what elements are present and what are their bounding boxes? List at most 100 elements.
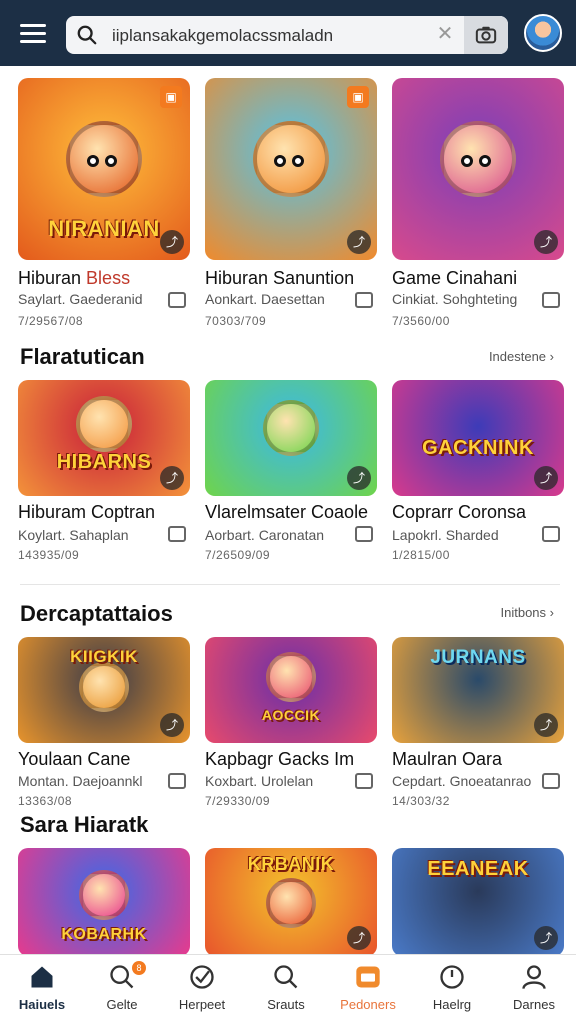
character-art <box>79 869 129 920</box>
game-thumbnail[interactable]: JURNANS ⤴ <box>392 637 564 743</box>
share-icon[interactable]: ⤴ <box>534 713 558 737</box>
camera-icon <box>475 26 497 44</box>
notification-badge: 8 <box>132 961 146 975</box>
share-icon[interactable]: ⤴ <box>160 466 184 490</box>
card-meta: 7/3560/00 <box>392 314 450 328</box>
card-subtitle: Cepdart. Gnoeatanrao <box>392 773 532 789</box>
nav-item-pedoners[interactable]: Pedoners <box>328 955 408 1024</box>
card-meta: 143935/09 <box>18 548 80 562</box>
comment-icon[interactable] <box>355 292 373 308</box>
nav-item-haelrg[interactable]: Haelrg <box>412 955 492 1024</box>
card-subtitle: Aonkart. Daesettan <box>205 291 325 307</box>
section-more-link[interactable]: Indestene › <box>489 349 554 364</box>
corner-badge-icon: ▣ <box>160 86 182 108</box>
game-thumbnail[interactable]: AOCCIK <box>205 637 377 743</box>
card-subtitle: Montan. Daejoannkl <box>18 773 143 789</box>
card-meta: 7/26509/09 <box>205 548 271 562</box>
share-icon[interactable]: ⤴ <box>534 466 558 490</box>
character-art <box>79 661 129 712</box>
nav-label: Pedoners <box>340 997 396 1012</box>
card-meta: 14/303/32 <box>392 794 450 808</box>
character-art <box>266 651 316 702</box>
search-icon <box>274 965 298 989</box>
thumbnail-title: GACKNINK <box>422 437 534 459</box>
nav-item-darnes[interactable]: Darnes <box>494 955 574 1024</box>
character-art <box>263 399 319 456</box>
share-icon[interactable]: ⤴ <box>534 230 558 254</box>
comment-icon[interactable] <box>542 773 560 789</box>
clock-icon <box>440 965 464 989</box>
search-input[interactable]: iiplansakakgemolacssmaladn <box>112 26 422 46</box>
home-icon <box>31 966 53 988</box>
thumbnail-title: KIIGKIK <box>70 647 138 666</box>
nav-label: Haiuels <box>18 997 66 1012</box>
comment-icon[interactable] <box>542 292 560 308</box>
card-title: Vlarelmsater Coaole <box>205 502 369 522</box>
character-eyes <box>84 154 124 168</box>
card-title: Coprarr Coronsa <box>392 502 527 522</box>
clear-icon[interactable]: ✕ <box>434 23 456 45</box>
thumbnail-title: JURNANS <box>430 647 526 668</box>
nav-label: Srauts <box>267 997 305 1012</box>
share-icon[interactable]: ⤴ <box>347 926 371 950</box>
nav-label: Gelte <box>106 997 138 1012</box>
game-thumbnail[interactable]: HIBARNS ⤴ <box>18 380 190 496</box>
game-thumbnail[interactable]: ⤴ <box>205 380 377 496</box>
game-thumbnail[interactable]: KRBANIK ⤴ <box>205 848 377 956</box>
card-subtitle: Koylart. Sahaplan <box>18 527 129 543</box>
card-meta: 1/2815/00 <box>392 548 450 562</box>
section-title: Dercaptattaios <box>20 601 173 626</box>
section-title: Flaratutican <box>20 344 145 369</box>
section-title: Sara Hiaratk <box>20 812 149 837</box>
card-title: Maulran Oara <box>392 749 503 769</box>
card-subtitle: Saylart. Gaederanid <box>18 291 143 307</box>
game-thumbnail[interactable]: GACKNINK ⤴ <box>392 380 564 496</box>
corner-badge-icon: ▣ <box>347 86 369 108</box>
card-title: Game Cinahani <box>392 268 518 288</box>
thumbnail-title: EEANEAK <box>427 858 529 880</box>
camera-search-button[interactable] <box>464 16 508 54</box>
comment-icon[interactable] <box>168 526 186 542</box>
search-bar[interactable]: iiplansakakgemolacssmaladn ✕ <box>66 16 508 54</box>
game-thumbnail[interactable]: KOBARHK <box>18 848 190 956</box>
game-thumbnail[interactable]: NIRANIAN ▣ ⤴ <box>18 78 190 260</box>
nav-item-srauts[interactable]: Srauts <box>246 955 326 1024</box>
nav-label: Darnes <box>513 997 555 1012</box>
section-divider <box>20 584 560 585</box>
share-icon[interactable]: ⤴ <box>347 466 371 490</box>
card-title: Hiburan Sanuntion <box>205 268 355 288</box>
card-title: Youlaan Cane <box>18 749 131 769</box>
card-subtitle: Aorbart. Caronatan <box>205 527 325 543</box>
game-thumbnail[interactable]: KIIGKIK ⤴ <box>18 637 190 743</box>
bottom-navigation: Haiuels 8 Gelte Herpeet Srauts Pedoners … <box>0 954 576 1024</box>
thumbnail-title: KRBANIK <box>247 854 335 874</box>
top-app-bar: iiplansakakgemolacssmaladn ✕ <box>0 0 576 66</box>
nav-label: Haelrg <box>432 997 472 1012</box>
comment-icon[interactable] <box>355 526 373 542</box>
game-thumbnail[interactable]: ⤴ <box>392 78 564 260</box>
share-icon[interactable]: ⤴ <box>347 230 371 254</box>
nav-item-gelte[interactable]: 8 Gelte <box>82 955 162 1024</box>
section-more-link[interactable]: Initbons › <box>501 605 555 620</box>
card-meta: 13363/08 <box>18 794 73 808</box>
search-icon <box>77 25 97 45</box>
share-icon[interactable]: ⤴ <box>534 926 558 950</box>
share-icon[interactable]: ⤴ <box>160 230 184 254</box>
menu-icon[interactable] <box>20 24 46 44</box>
character-eyes <box>458 154 498 168</box>
comment-icon[interactable] <box>168 292 186 308</box>
tv-icon <box>356 966 380 988</box>
game-thumbnail[interactable]: ▣ ⤴ <box>205 78 377 260</box>
comment-icon[interactable] <box>168 773 186 789</box>
comment-icon[interactable] <box>542 526 560 542</box>
card-subtitle: Koxbart. Urolelan <box>205 773 314 789</box>
thumbnail-title: AOCCIK <box>261 707 321 723</box>
card-subtitle: Lapokrl. Sharded <box>392 527 499 543</box>
nav-item-home[interactable]: Haiuels <box>2 955 82 1024</box>
avatar[interactable] <box>524 14 562 52</box>
comment-icon[interactable] <box>355 773 373 789</box>
nav-item-herpeet[interactable]: Herpeet <box>162 955 242 1024</box>
game-thumbnail[interactable]: EEANEAK ⤴ <box>392 848 564 956</box>
share-icon[interactable]: ⤴ <box>160 713 184 737</box>
profile-icon <box>522 965 546 990</box>
